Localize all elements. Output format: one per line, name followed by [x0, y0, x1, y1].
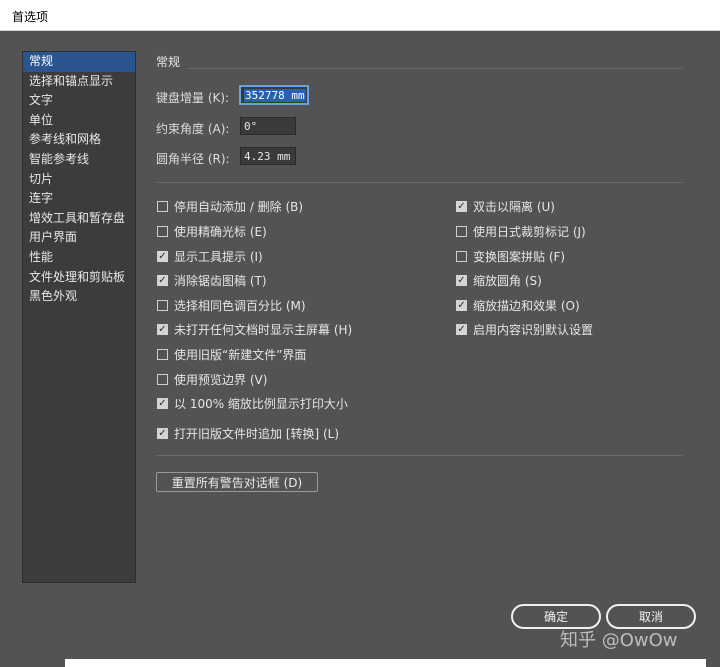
checkmark-icon: ✓: [157, 397, 168, 409]
transform-pattern-tiles-checkbox[interactable]: 变换图案拼贴 (F): [456, 248, 565, 265]
sidebar-item-black-appearance[interactable]: 黑色外观: [23, 287, 135, 307]
sidebar-item-hyphenation[interactable]: 连字: [23, 189, 135, 209]
checkbox-box: [157, 226, 168, 237]
checkmark-icon: ✓: [157, 250, 168, 262]
sidebar-item-slices[interactable]: 切片: [23, 170, 135, 190]
preview-bounds-label: 使用预览边界 (V): [174, 373, 268, 387]
scale-strokes-effects-label: 缩放描边和效果 (O): [473, 299, 580, 313]
double-click-isolate-label: 双击以隔离 (U): [473, 200, 555, 214]
anti-aliased-artwork-label: 消除锯齿图稿 (T): [174, 274, 267, 288]
section-title: 常规: [156, 55, 181, 69]
corner-radius-label: 圆角半径 (R):: [156, 152, 230, 166]
anti-aliased-artwork-checkbox[interactable]: ✓ 消除锯齿图稿 (T): [157, 272, 267, 289]
transform-pattern-tiles-label: 变换图案拼贴 (F): [473, 250, 566, 264]
show-tooltips-label: 显示工具提示 (I): [174, 250, 263, 264]
scale-corners-checkbox[interactable]: ✓ 缩放圆角 (S): [456, 272, 542, 289]
show-tooltips-checkbox[interactable]: ✓ 显示工具提示 (I): [157, 248, 263, 265]
checkbox-box: [456, 226, 467, 237]
sidebar-item-performance[interactable]: 性能: [23, 248, 135, 268]
print-size-100-checkbox[interactable]: ✓ 以 100% 缩放比例显示打印大小: [157, 395, 348, 412]
sidebar-item-general[interactable]: 常规: [23, 52, 135, 72]
scale-corners-label: 缩放圆角 (S): [473, 274, 542, 288]
disable-auto-add-delete-checkbox[interactable]: 停用自动添加 / 删除 (B): [157, 198, 303, 215]
precise-cursors-checkbox[interactable]: 使用精确光标 (E): [157, 223, 267, 240]
checkmark-icon: ✓: [157, 427, 168, 439]
checkmark-icon: ✓: [157, 274, 168, 286]
sidebar-item-plugins-scratch[interactable]: 增效工具和暂存盘: [23, 209, 135, 229]
append-converted-checkbox[interactable]: ✓ 打开旧版文件时追加 [转换] (L): [157, 425, 339, 442]
japanese-crop-marks-label: 使用日式裁剪标记 (J): [473, 225, 586, 239]
section-divider: [188, 68, 683, 69]
checkbox-box: [157, 201, 168, 212]
show-home-screen-checkbox[interactable]: ✓ 未打开任何文档时显示主屏幕 (H): [157, 321, 352, 338]
checkmark-icon: ✓: [456, 200, 467, 212]
precise-cursors-label: 使用精确光标 (E): [174, 225, 267, 239]
show-home-screen-label: 未打开任何文档时显示主屏幕 (H): [174, 323, 353, 337]
sidebar-item-file-clipboard[interactable]: 文件处理和剪贴板: [23, 268, 135, 288]
select-same-tint-label: 选择相同色调百分比 (M): [174, 299, 306, 313]
checkmark-icon: ✓: [456, 299, 467, 311]
checkmark-icon: ✓: [157, 323, 168, 335]
window-title: 首选项: [12, 10, 49, 24]
disable-auto-add-delete-label: 停用自动添加 / 删除 (B): [174, 200, 304, 214]
content-aware-defaults-checkbox[interactable]: ✓ 启用内容识别默认设置: [456, 321, 593, 338]
legacy-new-file-checkbox[interactable]: 使用旧版“新建文件”界面: [157, 346, 306, 363]
sidebar-item-type[interactable]: 文字: [23, 91, 135, 111]
constrain-angle-label: 约束角度 (A):: [156, 122, 230, 136]
select-same-tint-checkbox[interactable]: 选择相同色调百分比 (M): [157, 297, 306, 314]
print-size-100-label: 以 100% 缩放比例显示打印大小: [174, 397, 348, 411]
reset-warnings-button[interactable]: 重置所有警告对话框 (D): [156, 472, 318, 492]
append-converted-label: 打开旧版文件时追加 [转换] (L): [174, 427, 340, 441]
japanese-crop-marks-checkbox[interactable]: 使用日式裁剪标记 (J): [456, 223, 586, 240]
keyboard-increment-label: 键盘增量 (K):: [156, 91, 230, 105]
category-list: 常规 选择和锚点显示 文字 单位 参考线和网格 智能参考线 切片 连字 增效工具…: [22, 51, 136, 583]
constrain-angle-input[interactable]: 0°: [240, 117, 296, 135]
fields-divider: [156, 182, 683, 183]
checkbox-box: [157, 300, 168, 311]
sidebar-item-units[interactable]: 单位: [23, 111, 135, 131]
title-bar: 首选项: [0, 0, 720, 31]
double-click-isolate-checkbox[interactable]: ✓ 双击以隔离 (U): [456, 198, 555, 215]
content-aware-defaults-label: 启用内容识别默认设置: [473, 323, 594, 337]
checkmark-icon: ✓: [456, 274, 467, 286]
checkbox-box: [157, 349, 168, 360]
corner-radius-input[interactable]: 4.23 mm: [240, 147, 296, 165]
legacy-new-file-label: 使用旧版“新建文件”界面: [174, 348, 307, 362]
sidebar-item-smart-guides[interactable]: 智能参考线: [23, 150, 135, 170]
background-window-edge: [65, 659, 706, 667]
checkbox-box: [157, 374, 168, 385]
keyboard-increment-input[interactable]: 352778 mm: [240, 86, 308, 104]
preview-bounds-checkbox[interactable]: 使用预览边界 (V): [157, 371, 267, 388]
options-divider: [156, 455, 683, 456]
watermark: 知乎 @OwOw: [560, 630, 678, 651]
sidebar-item-guides-grid[interactable]: 参考线和网格: [23, 130, 135, 150]
checkbox-box: [456, 251, 467, 262]
sidebar-item-user-interface[interactable]: 用户界面: [23, 228, 135, 248]
sidebar-item-selection-anchor[interactable]: 选择和锚点显示: [23, 72, 135, 92]
scale-strokes-effects-checkbox[interactable]: ✓ 缩放描边和效果 (O): [456, 297, 580, 314]
checkmark-icon: ✓: [456, 323, 467, 335]
